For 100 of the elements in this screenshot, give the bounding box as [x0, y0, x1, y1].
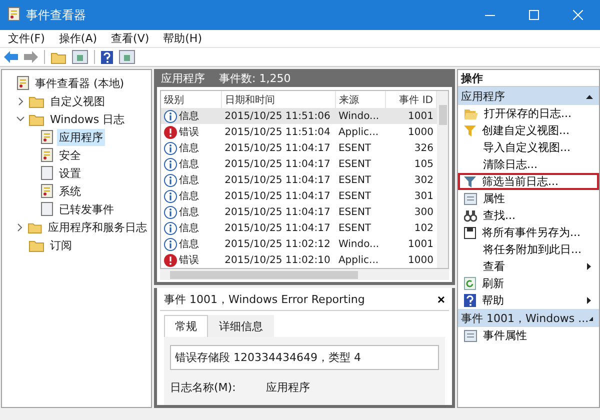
- tree-item[interactable]: 自定义视图: [48, 92, 107, 110]
- section-header[interactable]: 应用程序: [458, 87, 599, 105]
- pane-icon[interactable]: [119, 50, 135, 64]
- action-item[interactable]: 清除日志...: [458, 156, 599, 173]
- table-cell-text: 326: [413, 142, 434, 156]
- tab[interactable]: 详细信息: [208, 315, 274, 337]
- table-cell: 1000: [385, 124, 436, 140]
- action-item[interactable]: 帮助: [458, 292, 599, 309]
- action-item[interactable]: 查看: [458, 258, 599, 275]
- error-icon: [164, 126, 177, 138]
- table-cell-text: 102: [413, 222, 434, 236]
- close-icon[interactable]: [573, 10, 583, 20]
- menu-item[interactable]: 操作(A): [58, 31, 98, 46]
- table-cell-text: ESENT: [337, 142, 372, 156]
- log-icon: [41, 148, 53, 162]
- action-item[interactable]: 创建自定义视图...: [458, 122, 599, 139]
- tree-item[interactable]: 设置: [57, 164, 83, 182]
- folder-icon: [29, 112, 44, 126]
- table-cell-text: 2015/10/25 11:04:17: [224, 222, 332, 236]
- error-icon: [164, 254, 177, 266]
- detail-title: 事件 1001，Windows Error Reporting: [164, 292, 365, 306]
- table-cell-text: ESENT: [337, 222, 372, 236]
- tab[interactable]: 常规: [164, 315, 208, 337]
- field-value: 应用程序: [266, 380, 310, 395]
- help-icon[interactable]: [101, 50, 113, 64]
- forward-arrow-icon[interactable]: [24, 51, 38, 63]
- level-text: 错误: [179, 254, 199, 267]
- table-cell-text: 2015/10/25 11:02:12: [224, 238, 332, 252]
- menu-item[interactable]: 文件(F): [8, 31, 45, 46]
- folder-icon: [29, 94, 44, 108]
- table-cell-text: ESENT: [337, 174, 372, 188]
- table-cell-text: 301: [413, 190, 434, 204]
- action-item[interactable]: 将任务附加到此日...: [458, 241, 599, 258]
- tree-item[interactable]: 系统: [57, 182, 83, 200]
- tree-item[interactable]: 已转发事件: [57, 200, 116, 218]
- folder-icon[interactable]: [51, 50, 66, 64]
- table-row[interactable]: 错误 2015/10/25 11:02:10 Applic... 1000: [161, 252, 436, 268]
- level-text: 信息: [179, 206, 199, 219]
- table-row[interactable]: 信息 2015/10/25 11:04:17 ESENT 302: [161, 172, 436, 188]
- menu-item[interactable]: 帮助(H): [163, 31, 202, 46]
- log-icon: [17, 76, 29, 90]
- info-icon: [164, 142, 177, 154]
- filter-icon: [464, 124, 476, 136]
- action-item[interactable]: 刷新: [458, 275, 599, 292]
- table-row[interactable]: 错误 2015/10/25 11:51:04 Applic... 1000: [161, 124, 436, 140]
- table-row[interactable]: 信息 2015/10/25 11:04:17 ESENT 105: [161, 156, 436, 172]
- filter-icon: [464, 176, 476, 188]
- table-cell-text: ESENT: [337, 190, 372, 204]
- menu-item[interactable]: 查看(V): [111, 31, 150, 46]
- tree-item[interactable]: Windows 日志: [48, 110, 127, 128]
- table-row[interactable]: 信息 2015/10/25 11:02:12 Windo... 1001: [161, 236, 436, 252]
- tree-item[interactable]: 应用程序: [57, 128, 105, 146]
- table-cell-text: 2015/10/25 11:04:17: [224, 206, 332, 220]
- action-item[interactable]: 打开保存的日志...: [458, 105, 599, 122]
- horizontal-scrollbar[interactable]: [160, 269, 449, 280]
- table-cell-text: 302: [413, 174, 434, 188]
- table-cell-text: 1000: [407, 254, 434, 268]
- maximize-icon[interactable]: [529, 10, 539, 20]
- tree-item[interactable]: 安全: [57, 146, 83, 164]
- table-row[interactable]: 信息 2015/10/25 11:51:06 Windo... 1001: [161, 108, 436, 124]
- tree-item[interactable]: 应用程序和服务日志: [46, 218, 149, 236]
- properties-icon: [464, 330, 477, 342]
- table-row[interactable]: 信息 2015/10/25 11:04:17 ESENT 326: [161, 140, 436, 156]
- table-row[interactable]: 信息 2015/10/25 11:04:17 ESENT 301: [161, 188, 436, 204]
- level-text: 信息: [179, 158, 199, 171]
- table-cell: 2015/10/25 11:51:04: [222, 124, 336, 140]
- action-item[interactable]: 筛选当前日志...: [458, 173, 599, 190]
- tree-item[interactable]: 事件查看器 (本地): [33, 74, 126, 92]
- action-item[interactable]: 查找...: [458, 207, 599, 224]
- message-field: 错误存储段 120334434649，类型 4: [170, 345, 439, 370]
- tree-item[interactable]: 订阅: [48, 236, 74, 254]
- table-cell: Applic...: [335, 124, 386, 140]
- section-title: 应用程序: [461, 88, 505, 104]
- folder-icon: [464, 108, 478, 120]
- collapse-icon[interactable]: [588, 316, 593, 320]
- refresh-icon: [464, 277, 476, 290]
- close-button[interactable]: ×: [437, 292, 445, 306]
- page-icon: [41, 166, 53, 180]
- section-title: 事件 1001，Windows ...: [461, 310, 589, 326]
- table-cell-text: ESENT: [337, 158, 372, 172]
- back-arrow-icon[interactable]: [4, 51, 18, 63]
- action-item[interactable]: 将所有事件另存为...: [458, 224, 599, 241]
- table-cell-text: 300: [413, 206, 434, 220]
- action-item[interactable]: 事件属性: [458, 327, 599, 344]
- info-icon: [164, 206, 177, 218]
- log-name: 应用程序: [161, 70, 205, 86]
- level-text: 信息: [179, 222, 199, 235]
- action-item[interactable]: 属性: [458, 190, 599, 207]
- table-cell-text: 2015/10/25 11:04:17: [224, 190, 332, 204]
- level-text: 信息: [179, 190, 199, 203]
- action-item[interactable]: 导入自定义视图...: [458, 139, 599, 156]
- pane-icon[interactable]: [72, 50, 88, 64]
- table-row[interactable]: 信息 2015/10/25 11:04:17 ESENT 102: [161, 220, 436, 236]
- table-row[interactable]: 信息 2015/10/25 11:04:17 ESENT 300: [161, 204, 436, 220]
- collapse-icon[interactable]: [586, 94, 593, 98]
- vertical-scrollbar[interactable]: [437, 91, 448, 268]
- table-cell-text: 105: [413, 158, 434, 172]
- info-icon: [164, 222, 177, 234]
- section-header[interactable]: 事件 1001，Windows ...: [458, 309, 599, 327]
- folder-icon: [29, 238, 44, 252]
